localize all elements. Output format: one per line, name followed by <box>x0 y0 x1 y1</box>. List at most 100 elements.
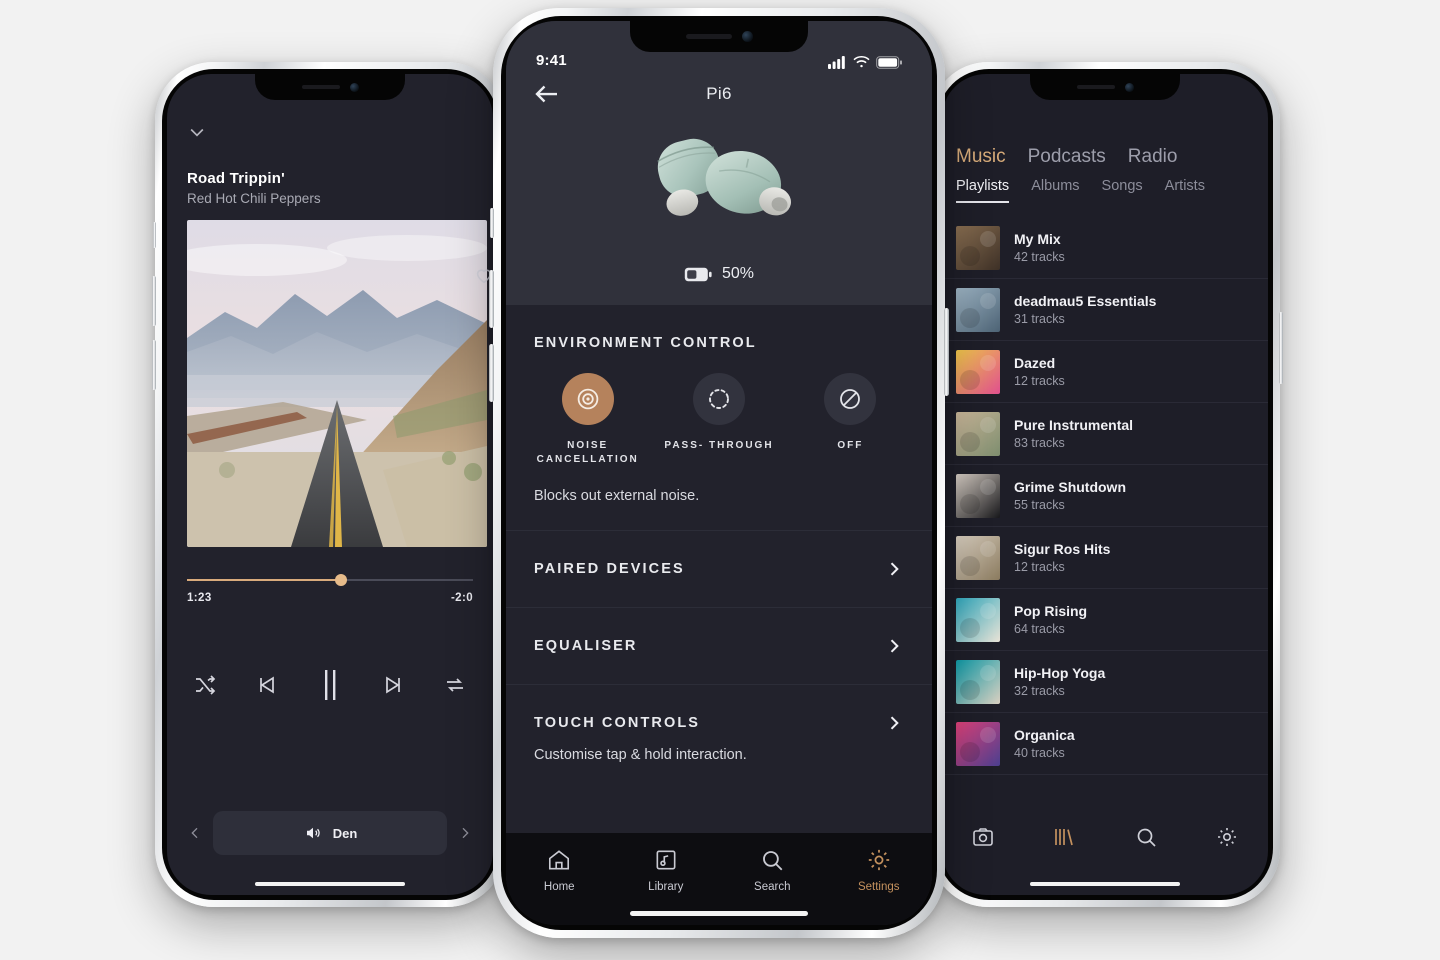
playlist-track-count: 12 tracks <box>1014 374 1065 388</box>
center-phone-screen: 9:41 Pi6 50% ENVIRONMENT CONTROL NOISE C… <box>506 21 932 925</box>
nav-library[interactable] <box>1024 825 1106 849</box>
nav-search[interactable] <box>1105 825 1187 849</box>
device-settings-screen: 9:41 Pi6 50% ENVIRONMENT CONTROL NOISE C… <box>506 21 932 925</box>
playlist-row[interactable]: deadmau5 Essentials 31 tracks <box>942 279 1268 341</box>
volume-down-button[interactable] <box>489 344 494 402</box>
skip-previous-icon[interactable] <box>255 673 279 697</box>
settings-item-paired-devices[interactable]: PAIRED DEVICES <box>506 531 932 607</box>
album-art[interactable] <box>187 220 487 547</box>
playlist-thumbnail <box>956 659 1000 704</box>
playlist-track-count: 31 tracks <box>1014 312 1065 326</box>
playlist-track-count: 83 tracks <box>1014 436 1065 450</box>
notch <box>630 21 808 52</box>
earpiece-speaker <box>301 85 340 89</box>
mode-noise-cancellation[interactable]: NOISE CANCELLATION <box>522 373 653 466</box>
playlist-track-count: 42 tracks <box>1014 250 1065 264</box>
playback-controls <box>187 670 473 700</box>
arrow-left-icon[interactable] <box>532 79 562 109</box>
section-title-environment: ENVIRONMENT CONTROL <box>534 335 757 351</box>
tab-podcasts[interactable]: Podcasts <box>1028 146 1106 168</box>
volume-up-button[interactable] <box>489 270 494 328</box>
mode-label: OFF <box>837 440 864 451</box>
settings-item-equaliser[interactable]: EQUALISER <box>506 608 932 684</box>
playlist-name: deadmau5 Essentials <box>1014 293 1157 309</box>
chevron-right-icon[interactable] <box>457 825 473 841</box>
signal-icon <box>828 56 845 69</box>
tab-label: Search <box>754 881 791 893</box>
tab-search[interactable]: Search <box>719 847 826 893</box>
playlist-name: Sigur Ros Hits <box>1014 541 1111 557</box>
power-button[interactable] <box>944 308 949 396</box>
camera-icon <box>972 828 993 846</box>
speaker-icon <box>306 827 320 839</box>
playlist-name: My Mix <box>1014 231 1061 247</box>
progress-knob[interactable] <box>335 574 348 586</box>
mute-switch[interactable] <box>153 222 156 248</box>
mode-off[interactable]: OFF <box>785 373 916 466</box>
playlist-row[interactable]: Hip-Hop Yoga 32 tracks <box>942 651 1268 713</box>
subtab-artists[interactable]: Artists <box>1165 178 1205 203</box>
item-label: TOUCH CONTROLS <box>534 715 701 731</box>
playlist-row[interactable]: Sigur Ros Hits 12 tracks <box>942 527 1268 589</box>
playlist-row[interactable]: Dazed 12 tracks <box>942 341 1268 403</box>
nav-settings[interactable] <box>1187 825 1269 849</box>
tab-home[interactable]: Home <box>506 847 613 893</box>
now-playing-screen: Road Trippin' Red Hot Chili Peppers 1:23… <box>167 74 493 895</box>
playlist-thumbnail <box>956 349 1000 394</box>
library-sub-tabs: Playlists Albums Songs Artists <box>942 168 1268 203</box>
tab-settings[interactable]: Settings <box>826 847 933 893</box>
item-label: PAIRED DEVICES <box>534 561 685 577</box>
subtab-songs[interactable]: Songs <box>1102 178 1143 203</box>
volume-up-button[interactable] <box>152 276 156 326</box>
library-screen: Music Podcasts Radio Playlists Albums So… <box>942 74 1268 895</box>
nav-camera[interactable] <box>942 825 1024 849</box>
settings-item-touch-controls[interactable]: TOUCH CONTROLS Customise tap & hold inte… <box>506 685 932 791</box>
playlist-name: Organica <box>1014 727 1075 743</box>
tab-music[interactable]: Music <box>956 146 1006 168</box>
device-battery-icon <box>684 267 712 281</box>
subtab-playlists[interactable]: Playlists <box>956 178 1010 203</box>
pause-icon[interactable] <box>317 670 343 700</box>
playlist-row[interactable]: Pop Rising 64 tracks <box>942 589 1268 651</box>
chevron-right-icon <box>890 562 899 576</box>
library-books-icon <box>1055 829 1074 846</box>
settings-scroll[interactable]: ENVIRONMENT CONTROL NOISE CANCELLATION P… <box>506 305 932 833</box>
tab-library[interactable]: Library <box>613 847 720 893</box>
progress-slider[interactable] <box>187 573 473 587</box>
tab-label: Library <box>648 881 684 893</box>
subtab-albums[interactable]: Albums <box>1031 178 1079 203</box>
playlist-name: Pop Rising <box>1014 603 1088 619</box>
wifi-icon <box>853 55 870 68</box>
home-icon <box>549 850 570 870</box>
playlist-row[interactable]: Pure Instrumental 83 tracks <box>942 403 1268 465</box>
left-phone-screen: Road Trippin' Red Hot Chili Peppers 1:23… <box>167 74 493 895</box>
playlist-row[interactable]: Organica 40 tracks <box>942 713 1268 775</box>
playlist-row[interactable]: My Mix 42 tracks <box>942 217 1268 279</box>
item-subtitle: Customise tap & hold interaction. <box>534 747 747 763</box>
repeat-icon[interactable] <box>443 673 467 697</box>
progress-fill <box>187 579 342 581</box>
chevron-down-icon[interactable] <box>187 122 207 142</box>
tab-radio[interactable]: Radio <box>1128 146 1178 168</box>
front-camera <box>741 31 753 42</box>
home-indicator <box>255 882 405 886</box>
search-icon <box>1137 828 1156 847</box>
skip-next-icon[interactable] <box>381 673 405 697</box>
shuffle-icon[interactable] <box>193 673 217 697</box>
mode-pass-through[interactable]: PASS- THROUGH <box>653 373 784 466</box>
output-device-chip[interactable]: Den <box>213 811 447 855</box>
output-device-bar: Den <box>167 811 493 855</box>
volume-down-button[interactable] <box>152 340 156 390</box>
playlist-row[interactable]: Grime Shutdown 55 tracks <box>942 465 1268 527</box>
chevron-right-icon <box>890 639 899 653</box>
chevron-left-icon[interactable] <box>187 825 203 841</box>
playlist-track-count: 12 tracks <box>1014 560 1065 574</box>
playlist-track-count: 64 tracks <box>1014 622 1065 636</box>
mute-switch[interactable] <box>490 208 494 238</box>
notch <box>1030 74 1180 100</box>
playlist-name: Dazed <box>1014 355 1056 371</box>
power-button[interactable] <box>1279 312 1283 384</box>
battery-icon <box>876 55 902 69</box>
tab-label: Home <box>543 881 575 893</box>
track-artist: Red Hot Chili Peppers <box>187 191 321 206</box>
